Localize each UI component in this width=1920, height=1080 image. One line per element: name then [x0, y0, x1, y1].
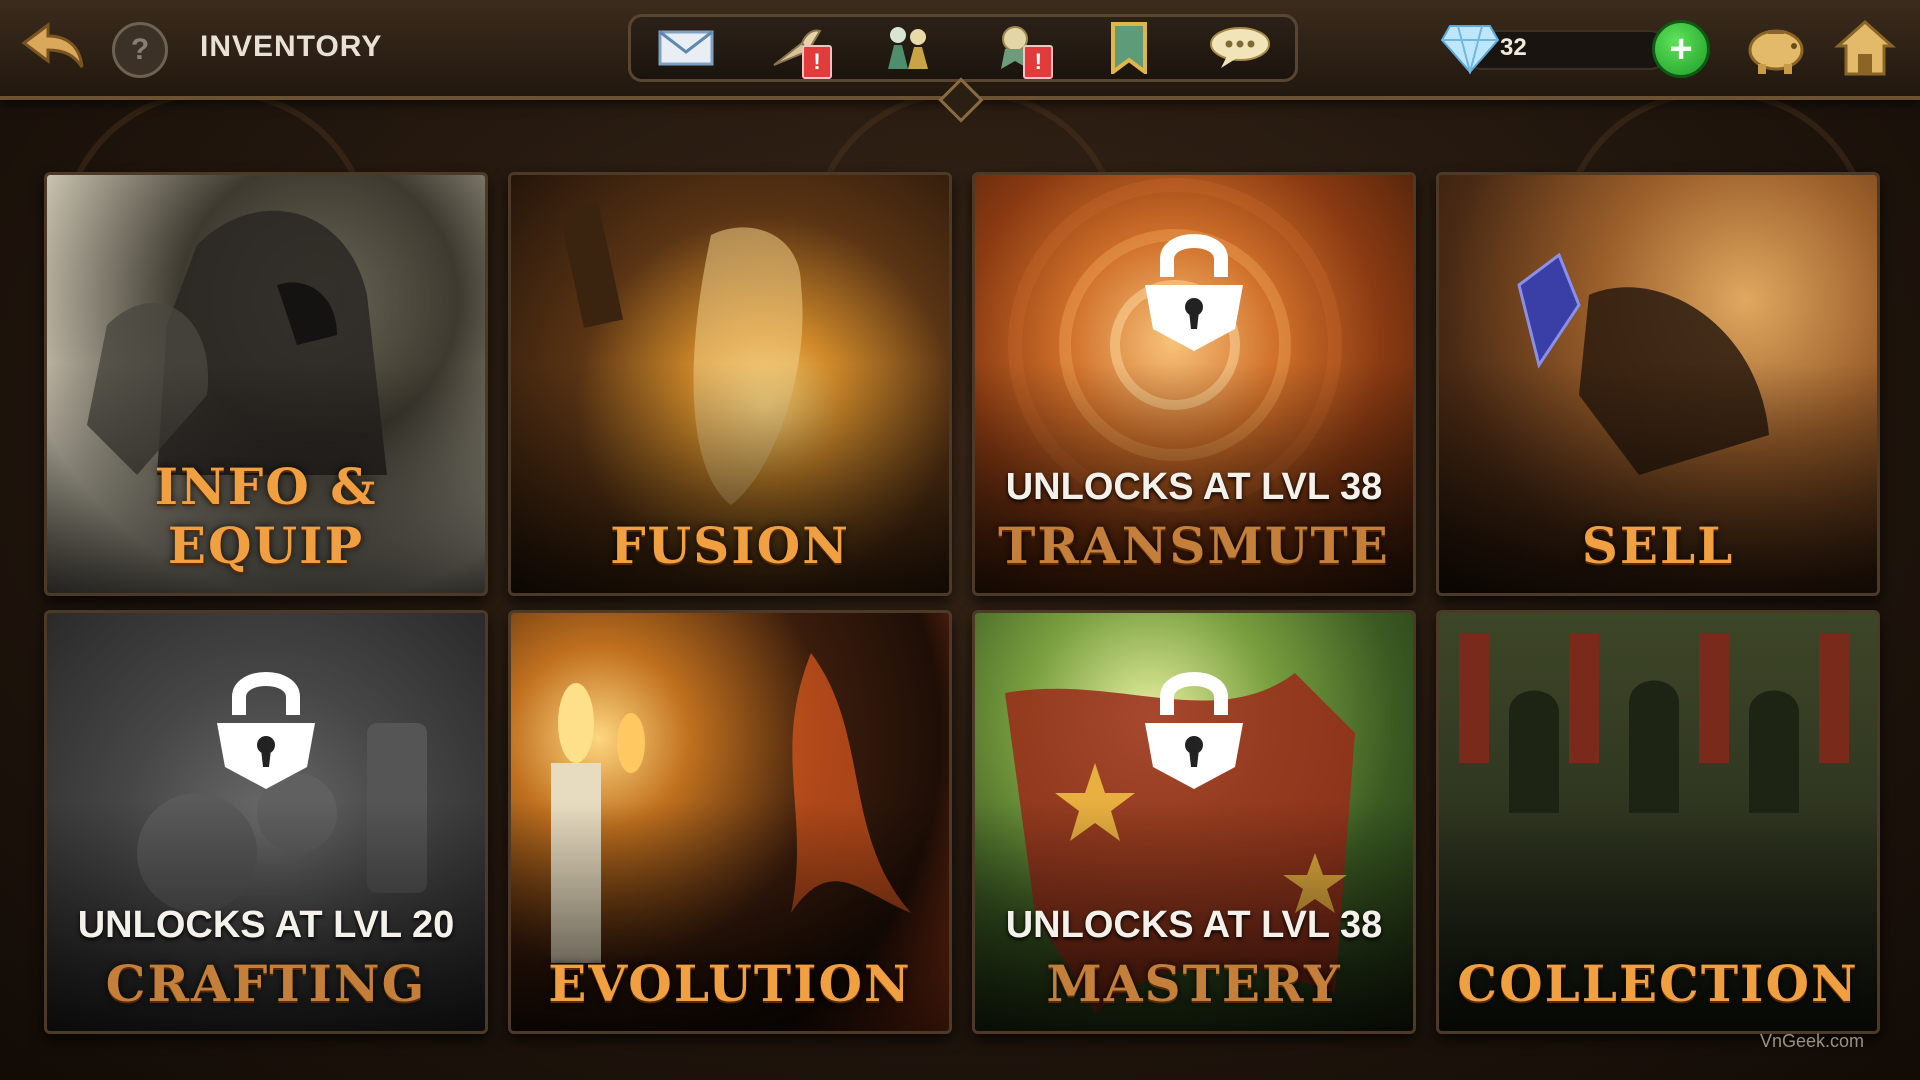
home-icon	[1834, 19, 1896, 76]
back-arrow-icon	[21, 22, 84, 68]
friends-icon	[887, 27, 928, 69]
friends-button[interactable]	[877, 21, 939, 75]
horn-button[interactable]: !	[766, 21, 832, 79]
tile-collection[interactable]: COLLECTION	[1436, 610, 1880, 1034]
tile-sell[interactable]: SELL	[1436, 172, 1880, 596]
mail-button[interactable]	[655, 21, 717, 75]
lock-icon	[1145, 234, 1243, 351]
bookmark-button[interactable]	[1098, 21, 1160, 75]
achievements-alert-badge: !	[1023, 45, 1054, 79]
tile-label-fusion: FUSION	[610, 516, 850, 575]
plus-icon: +	[1669, 26, 1693, 71]
chat-button[interactable]	[1209, 21, 1271, 75]
help-symbol: ?	[130, 33, 150, 66]
bank-button[interactable]	[1744, 20, 1808, 76]
tile-label-crafting: CRAFTING	[105, 954, 427, 1013]
achievements-button[interactable]: !	[987, 21, 1054, 79]
watermark: VnGeek.com	[1759, 1031, 1864, 1051]
top-bar: ? INVENTORY ! ! 32 +	[0, 0, 1920, 123]
page-title: INVENTORY	[200, 30, 383, 63]
tile-mastery[interactable]: UNLOCKS AT LVL 38 MASTERY	[972, 610, 1416, 1034]
piggy-bank-icon	[1748, 29, 1804, 74]
tile-evolution[interactable]: EVOLUTION	[508, 610, 952, 1034]
horn-alert-badge: !	[801, 45, 832, 79]
lock-icon	[217, 672, 315, 789]
unlock-requirement-text: UNLOCKS AT LVL 20	[77, 904, 455, 946]
bookmark-icon	[1110, 22, 1147, 74]
tile-label-transmute: TRANSMUTE	[998, 516, 1390, 575]
tile-info-equip[interactable]: INFO & EQUIP	[44, 172, 488, 596]
help-button[interactable]: ?	[112, 22, 168, 78]
lock-icon	[1145, 672, 1243, 789]
nav-icon-bar: ! !	[628, 14, 1298, 82]
tile-label-info-equip: INFO & EQUIP	[154, 457, 378, 575]
unlock-requirement-text: UNLOCKS AT LVL 38	[1005, 466, 1383, 508]
tile-label-mastery: MASTERY	[1046, 954, 1342, 1013]
home-button[interactable]	[1834, 18, 1898, 78]
back-button[interactable]	[18, 18, 88, 74]
mail-icon	[658, 30, 714, 66]
diamond-icon	[1440, 25, 1500, 74]
tile-label-sell: SELL	[1581, 516, 1735, 575]
unlock-requirement-text: UNLOCKS AT LVL 38	[1005, 904, 1383, 946]
tile-label-collection: COLLECTION	[1457, 954, 1859, 1013]
tile-label-evolution: EVOLUTION	[548, 954, 912, 1013]
tile-crafting[interactable]: UNLOCKS AT LVL 20 CRAFTING	[44, 610, 488, 1034]
tile-transmute[interactable]: UNLOCKS AT LVL 38 TRANSMUTE	[972, 172, 1416, 596]
tile-fusion[interactable]: FUSION	[508, 172, 952, 596]
add-gems-button[interactable]: +	[1652, 20, 1710, 78]
chat-icon	[1209, 27, 1270, 68]
gem-count: 32	[1500, 34, 1527, 61]
